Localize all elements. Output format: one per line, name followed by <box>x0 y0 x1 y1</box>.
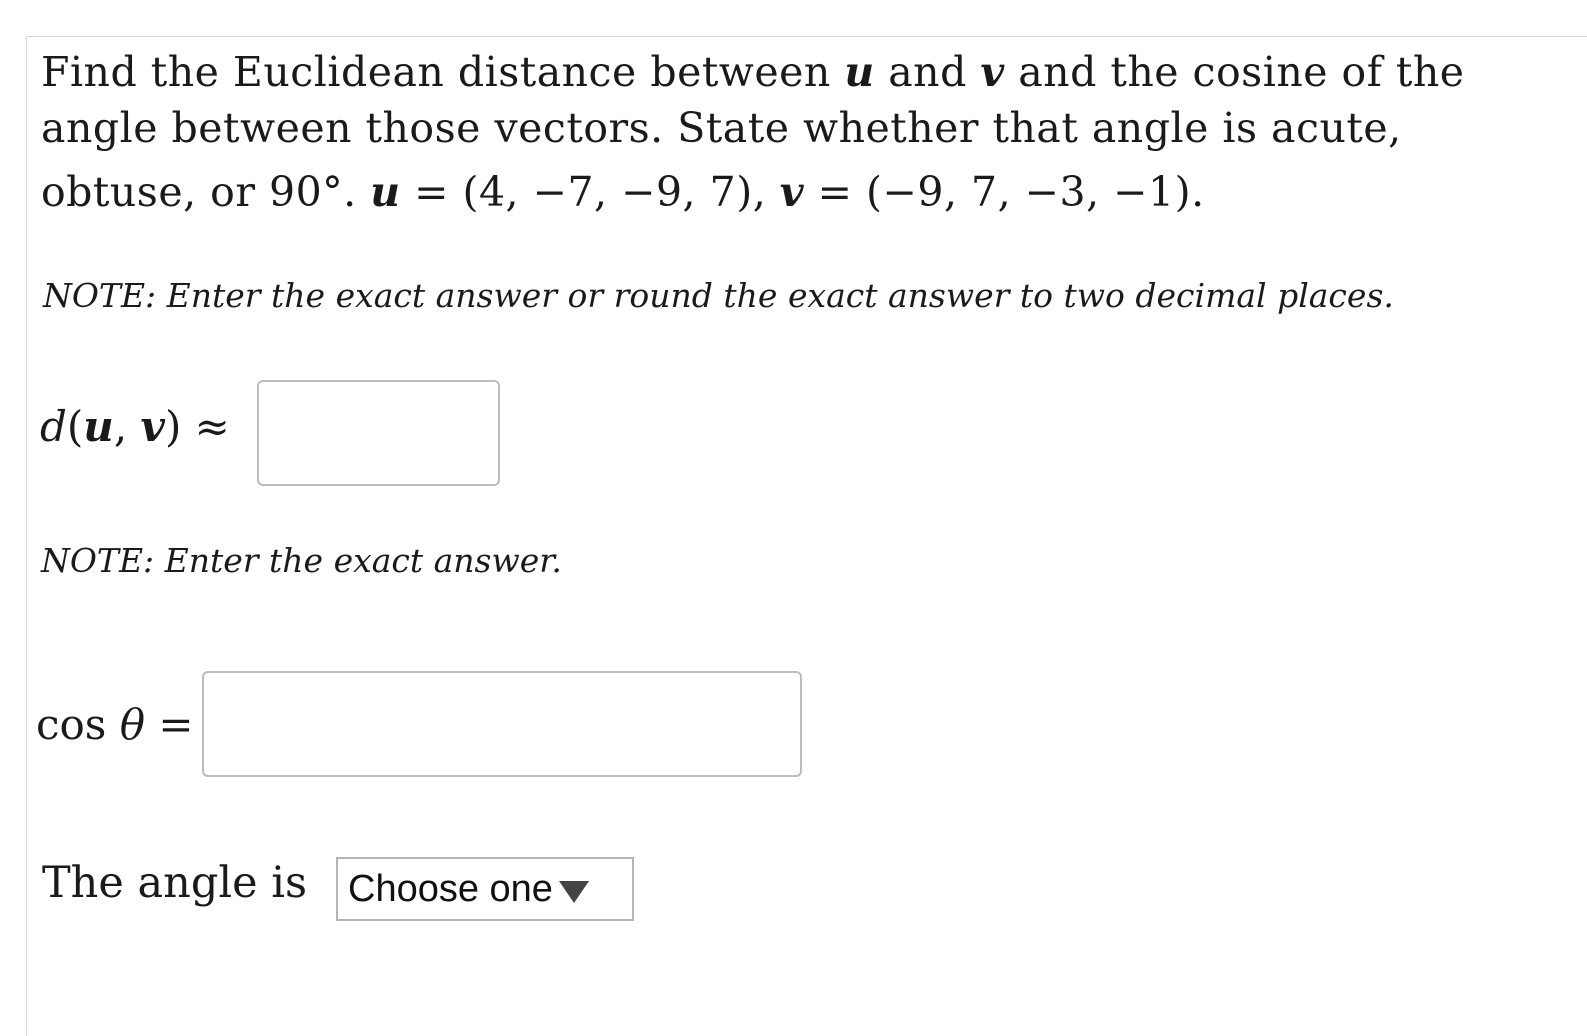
angle-type-label: The angle is <box>42 858 308 908</box>
approx-symbol: ) ≈ <box>164 402 230 451</box>
question-text-part: and <box>874 48 981 96</box>
cos-function: cos <box>36 700 120 749</box>
cosine-label: cos θ = <box>36 700 194 749</box>
vector-u-symbol: u <box>83 402 114 451</box>
vector-v-definition: = (−9, 7, −3, −1). <box>804 168 1205 216</box>
question-line-3: obtuse, or 90°. u = (4, −7, −9, 7), v = … <box>41 164 1541 220</box>
question-text-part: and the cosine of the <box>1004 48 1465 96</box>
question-text-part: obtuse, or 90°. <box>41 168 371 216</box>
vector-u-definition: = (4, −7, −9, 7), <box>400 168 780 216</box>
question-text-part: Find the Euclidean distance between <box>41 48 845 96</box>
distance-function-symbol: d <box>40 402 67 451</box>
equals-symbol: = <box>145 700 194 749</box>
comma: , <box>113 402 141 451</box>
question-text-part: angle between those vectors. State wheth… <box>41 104 1402 152</box>
rounding-note: NOTE: Enter the exact answer or round th… <box>43 276 1394 315</box>
vector-u-symbol: u <box>844 48 875 96</box>
dropdown-arrow-icon <box>558 881 589 903</box>
distance-answer-box[interactable] <box>257 380 500 486</box>
vector-v-symbol: v <box>140 402 165 451</box>
paren: ( <box>66 402 84 451</box>
cosine-input[interactable] <box>204 673 800 775</box>
question-line-2: angle between those vectors. State wheth… <box>41 100 1541 156</box>
question-line-1: Find the Euclidean distance between u an… <box>41 44 1541 100</box>
exact-answer-note: NOTE: Enter the exact answer. <box>41 541 562 580</box>
angle-type-select-value: Choose one <box>348 867 553 910</box>
question-text: Find the Euclidean distance between u an… <box>41 44 1541 220</box>
vector-u-symbol: u <box>370 168 401 216</box>
vector-v-symbol: v <box>980 48 1005 96</box>
distance-label: d(u, v) ≈ <box>40 402 230 451</box>
vector-v-symbol: v <box>779 168 805 216</box>
angle-type-select[interactable]: Choose one <box>336 857 634 921</box>
theta-symbol: θ <box>119 700 146 749</box>
distance-input[interactable] <box>259 382 498 484</box>
cosine-answer-box[interactable] <box>202 671 802 777</box>
